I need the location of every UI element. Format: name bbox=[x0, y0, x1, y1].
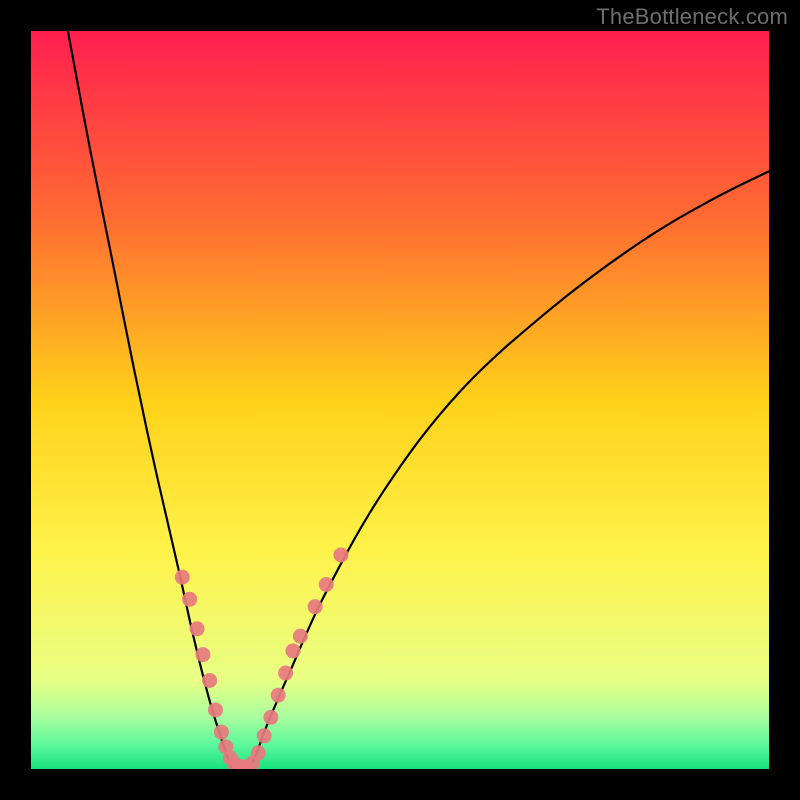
marker-point bbox=[257, 728, 272, 743]
plot-area bbox=[31, 31, 769, 769]
watermark-label: TheBottleneck.com bbox=[596, 4, 788, 30]
marker-point bbox=[208, 702, 223, 717]
marker-point bbox=[308, 599, 323, 614]
marker-point bbox=[271, 688, 286, 703]
marker-point bbox=[190, 621, 205, 636]
marker-point bbox=[319, 577, 334, 592]
marker-point bbox=[333, 547, 348, 562]
marker-point bbox=[263, 710, 278, 725]
marker-point bbox=[278, 666, 293, 681]
marker-point bbox=[251, 745, 266, 760]
marker-point bbox=[182, 592, 197, 607]
marker-point bbox=[175, 570, 190, 585]
marker-point bbox=[214, 725, 229, 740]
chart-svg bbox=[31, 31, 769, 769]
chart-frame: TheBottleneck.com bbox=[0, 0, 800, 800]
marker-point bbox=[293, 629, 308, 644]
marker-point bbox=[195, 647, 210, 662]
marker-point bbox=[202, 673, 217, 688]
marker-point bbox=[285, 643, 300, 658]
gradient-background bbox=[31, 31, 769, 769]
